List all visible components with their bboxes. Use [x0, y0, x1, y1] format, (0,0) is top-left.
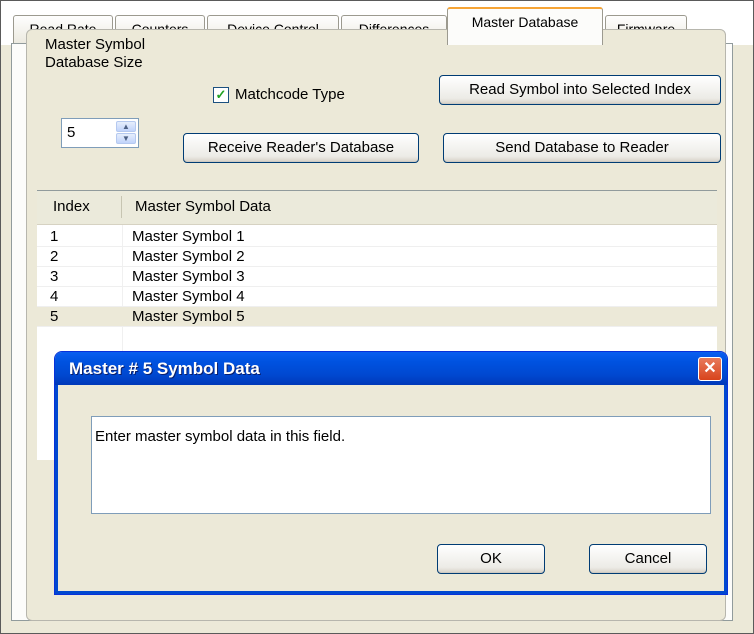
- table-row[interactable]: 2 Master Symbol 2: [37, 247, 717, 267]
- matchcode-type-label[interactable]: Matchcode Type: [235, 86, 345, 104]
- symbol-data-dialog: Master # 5 Symbol Data ✕ Enter master sy…: [54, 351, 728, 595]
- column-header-index[interactable]: Index: [53, 198, 90, 215]
- dialog-title-bar[interactable]: Master # 5 Symbol Data ✕: [55, 352, 727, 385]
- row-index: 3: [50, 268, 59, 285]
- row-index: 4: [50, 288, 59, 305]
- table-header: Index Master Symbol Data: [37, 191, 717, 225]
- spin-down-icon[interactable]: ▼: [116, 133, 136, 144]
- table-row[interactable]: 3 Master Symbol 3: [37, 267, 717, 287]
- spinner-arrows: ▲ ▼: [116, 121, 136, 145]
- receive-readers-database-button[interactable]: Receive Reader's Database: [183, 133, 419, 163]
- read-symbol-into-index-button[interactable]: Read Symbol into Selected Index: [439, 75, 721, 105]
- cancel-button[interactable]: Cancel: [589, 544, 707, 574]
- row-index: 2: [50, 248, 59, 265]
- row-data: Master Symbol 2: [132, 248, 245, 265]
- table-row[interactable]: 1 Master Symbol 1: [37, 227, 717, 247]
- row-data: Master Symbol 4: [132, 288, 245, 305]
- db-size-spinner[interactable]: 5 ▲ ▼: [61, 118, 139, 148]
- tab-master-database[interactable]: Master Database: [447, 7, 603, 45]
- db-size-label: Master Symbol Database Size: [45, 36, 145, 72]
- matchcode-type-checkbox[interactable]: ✓: [213, 87, 229, 103]
- row-data: Master Symbol 5: [132, 308, 245, 325]
- column-separator[interactable]: [121, 196, 122, 218]
- table-row[interactable]: 4 Master Symbol 4: [37, 287, 717, 307]
- ok-button[interactable]: OK: [437, 544, 545, 574]
- tab-label: Master Database: [471, 14, 579, 30]
- row-data: Master Symbol 1: [132, 228, 245, 245]
- db-size-value[interactable]: 5: [67, 124, 75, 141]
- symbol-data-field[interactable]: Enter master symbol data in this field.: [91, 416, 711, 514]
- dialog-title: Master # 5 Symbol Data: [69, 359, 260, 378]
- checkmark-icon: ✓: [215, 87, 227, 102]
- spin-up-icon[interactable]: ▲: [116, 121, 136, 132]
- app-window: Read Rate Counters Device Control Differ…: [0, 0, 754, 634]
- close-icon[interactable]: ✕: [698, 357, 722, 381]
- row-index: 5: [50, 308, 59, 325]
- send-database-to-reader-button[interactable]: Send Database to Reader: [443, 133, 721, 163]
- column-header-data[interactable]: Master Symbol Data: [135, 198, 271, 215]
- db-size-label-line2: Database Size: [45, 54, 143, 71]
- row-data: Master Symbol 3: [132, 268, 245, 285]
- table-row-selected[interactable]: 5 Master Symbol 5: [37, 307, 717, 327]
- row-index: 1: [50, 228, 59, 245]
- db-size-label-line1: Master Symbol: [45, 36, 146, 53]
